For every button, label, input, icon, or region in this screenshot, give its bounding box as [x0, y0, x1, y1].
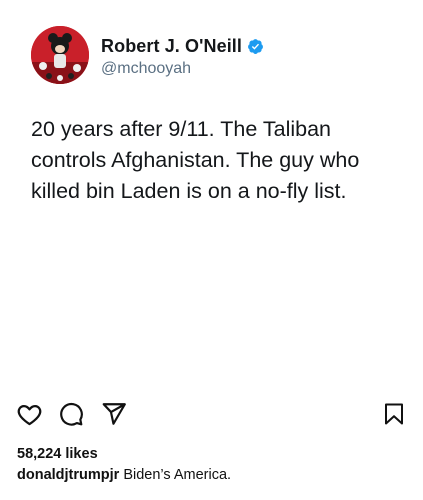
bookmark-icon: [385, 403, 403, 425]
post-actions: [0, 400, 423, 432]
likes-count[interactable]: 58,224 likes: [17, 446, 98, 462]
author-handle[interactable]: @mchooyah: [101, 60, 191, 78]
caption-text: Biden’s America.: [123, 467, 232, 483]
heart-icon: [17, 404, 41, 425]
share-button[interactable]: [100, 400, 128, 428]
instagram-post: Robert J. O'Neill @mchooyah 20 years aft…: [0, 0, 423, 500]
verified-badge-icon: [247, 38, 264, 55]
comment-icon: [60, 402, 83, 426]
tweet-text-line: killed bin Laden is on a no-fly list.: [31, 179, 347, 203]
like-button[interactable]: [15, 400, 43, 428]
caption-username[interactable]: donaldjtrumpjr: [17, 467, 119, 483]
display-name[interactable]: Robert J. O'Neill: [101, 36, 242, 57]
author-name-row: Robert J. O'Neill: [101, 36, 264, 57]
tweet-text-line: 20 years after 9/11. The Taliban: [31, 117, 332, 141]
post-caption: donaldjtrumpjr Biden’s America.: [17, 467, 231, 483]
avatar-image: [31, 26, 89, 84]
comment-button[interactable]: [57, 400, 85, 428]
tweet-text-line: controls Afghanistan. The guy who: [31, 148, 360, 172]
tweet-text: 20 years after 9/11. The Taliban control…: [31, 114, 401, 207]
save-button[interactable]: [380, 400, 408, 428]
send-icon: [102, 403, 126, 425]
profile-avatar[interactable]: [31, 26, 89, 84]
